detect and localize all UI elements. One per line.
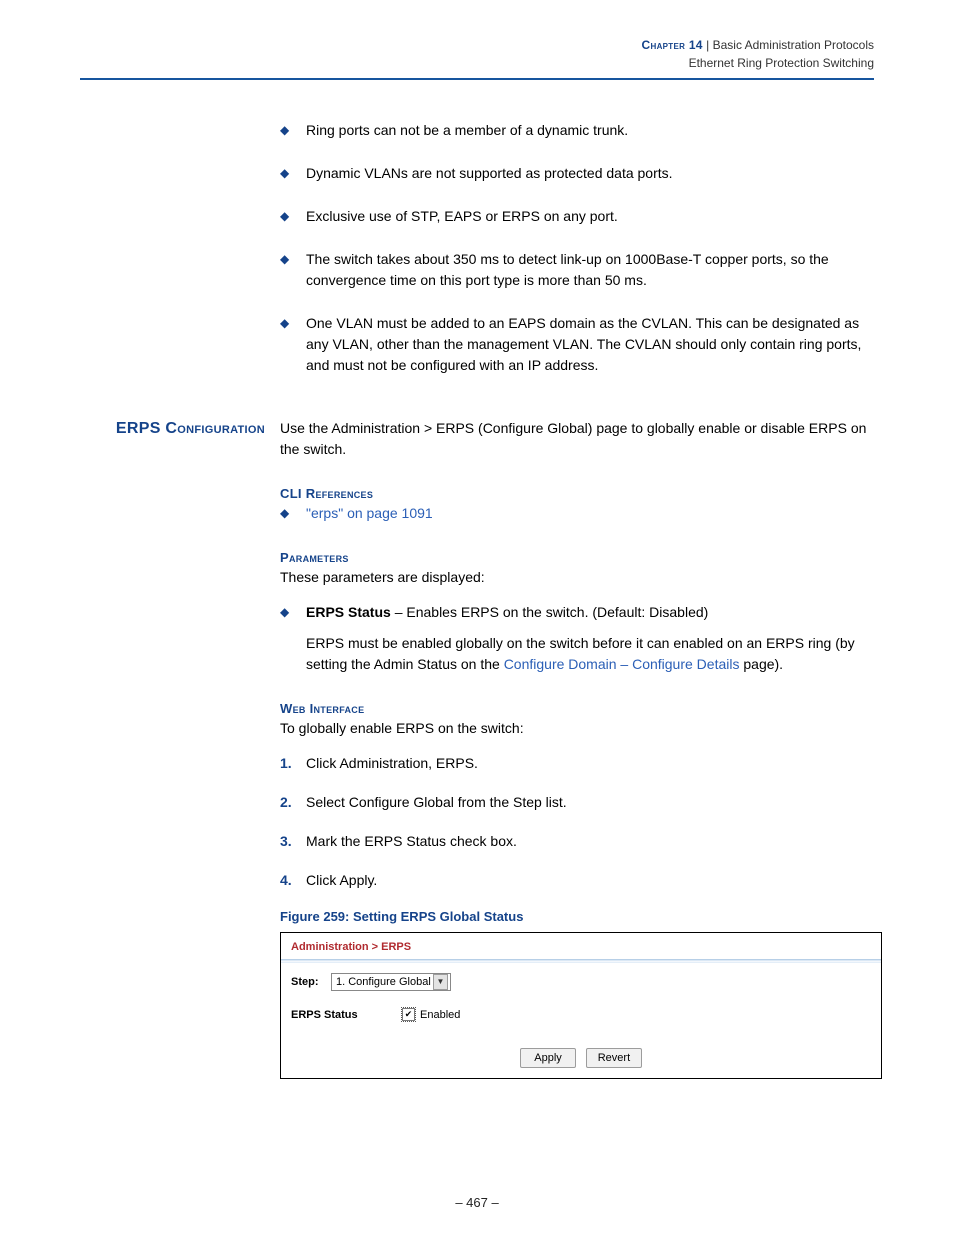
step-text: Select Configure Global from the Step li… — [306, 794, 567, 810]
step-number: 1. — [280, 753, 292, 774]
section-intro: Use the Administration > ERPS (Configure… — [280, 418, 874, 460]
list-item: Ring ports can not be a member of a dyna… — [280, 120, 874, 141]
intro-list: Ring ports can not be a member of a dyna… — [280, 120, 874, 376]
steps-list: 1. Click Administration, ERPS. 2. Select C… — [280, 753, 874, 891]
breadcrumb: Administration > ERPS — [281, 933, 881, 959]
step-select[interactable]: 1. Configure Global ▼ — [331, 973, 451, 991]
list-item: "erps" on page 1091 — [280, 503, 874, 524]
list-item: ERPS Status – Enables ERPS on the switch… — [280, 602, 874, 675]
apply-button[interactable]: Apply — [520, 1048, 576, 1068]
step-text: Click Administration, ERPS. — [306, 755, 478, 771]
web-interface-intro: To globally enable ERPS on the switch: — [280, 718, 874, 739]
parameters-list: ERPS Status – Enables ERPS on the switch… — [280, 602, 874, 675]
list-item: Dynamic VLANs are not supported as prote… — [280, 163, 874, 184]
step-item: 4. Click Apply. — [280, 870, 874, 891]
parameters-intro: These parameters are displayed: — [280, 567, 874, 588]
cli-link[interactable]: "erps" on page 1091 — [306, 505, 433, 521]
chevron-down-icon: ▼ — [433, 974, 448, 990]
cli-references-heading: CLI References — [280, 486, 874, 501]
section-row: ERPS Configuration Use the Administratio… — [280, 418, 874, 1079]
header-separator: | — [703, 38, 713, 52]
step-row: Step: 1. Configure Global ▼ — [291, 973, 871, 991]
param-name: ERPS Status — [306, 604, 391, 620]
erps-status-row: ERPS Status ✔ Enabled — [291, 1007, 871, 1022]
step-label: Step: — [291, 976, 331, 988]
content: Ring ports can not be a member of a dyna… — [280, 120, 874, 1079]
step-text: Click Apply. — [306, 872, 377, 888]
erps-panel: Administration > ERPS Step: 1. Configure… — [280, 932, 882, 1079]
erps-status-label: ERPS Status — [291, 1009, 401, 1021]
erps-status-checkbox[interactable]: ✔ — [401, 1007, 416, 1022]
section-body: Use the Administration > ERPS (Configure… — [280, 418, 874, 1079]
web-interface-heading: Web Interface — [280, 701, 874, 716]
chapter-title: Basic Administration Protocols — [713, 38, 874, 52]
list-item: One VLAN must be added to an EAPS domain… — [280, 313, 874, 376]
page-header: Chapter 14 | Basic Administration Protoc… — [80, 36, 874, 80]
param-note-b: page). — [739, 656, 783, 672]
panel-body: Step: 1. Configure Global ▼ ERPS Status … — [281, 963, 881, 1042]
step-item: 3. Mark the ERPS Status check box. — [280, 831, 874, 852]
list-item: Exclusive use of STP, EAPS or ERPS on an… — [280, 206, 874, 227]
step-item: 2. Select Configure Global from the Step … — [280, 792, 874, 813]
step-number: 3. — [280, 831, 292, 852]
step-number: 4. — [280, 870, 292, 891]
param-text: – Enables ERPS on the switch. (Default: … — [391, 604, 709, 620]
list-item: The switch takes about 350 ms to detect … — [280, 249, 874, 291]
chapter-number: Chapter 14 — [642, 38, 703, 52]
step-number: 2. — [280, 792, 292, 813]
section-sidehead: ERPS Configuration — [80, 418, 265, 440]
button-row: Apply Revert — [281, 1042, 881, 1078]
check-icon: ✔ — [402, 1008, 415, 1021]
revert-button[interactable]: Revert — [586, 1048, 642, 1068]
page-number: – 467 – — [0, 1195, 954, 1210]
parameters-heading: Parameters — [280, 550, 874, 565]
checkbox-label: Enabled — [420, 1009, 460, 1021]
chapter-subtitle: Ethernet Ring Protection Switching — [689, 56, 874, 70]
step-text: Mark the ERPS Status check box. — [306, 833, 517, 849]
page: Chapter 14 | Basic Administration Protoc… — [0, 0, 954, 1235]
configure-domain-link[interactable]: Configure Domain – Configure Details — [504, 656, 740, 672]
figure-caption: Figure 259: Setting ERPS Global Status — [280, 909, 874, 924]
cli-list: "erps" on page 1091 — [280, 503, 874, 524]
step-item: 1. Click Administration, ERPS. — [280, 753, 874, 774]
step-select-value: 1. Configure Global — [336, 976, 431, 988]
